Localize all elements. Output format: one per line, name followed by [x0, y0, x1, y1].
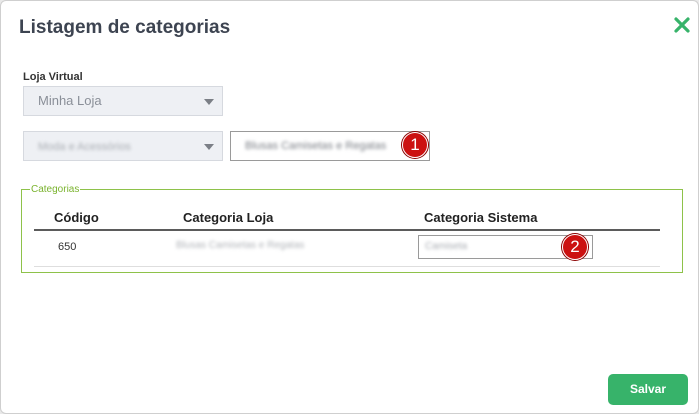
table-cell-codigo: 650: [58, 241, 77, 253]
store-select-value: Minha Loja: [38, 93, 102, 108]
category-listing-modal: Listagem de categorias Loja Virtual Minh…: [0, 0, 699, 414]
categories-legend: Categorias: [31, 184, 80, 195]
store-label: Loja Virtual: [23, 71, 83, 83]
store-category-input[interactable]: Blusas Camisetas e Regatas: [230, 131, 430, 161]
table-row-divider: [34, 266, 660, 267]
column-header-codigo: Código: [54, 210, 99, 225]
store-category-value: Blusas Camisetas e Regatas: [245, 140, 387, 152]
column-header-categoria-sistema: Categoria Sistema: [424, 210, 538, 225]
column-header-categoria-loja: Categoria Loja: [183, 210, 274, 225]
save-button[interactable]: Salvar: [608, 374, 688, 405]
chevron-down-icon: [204, 144, 214, 150]
modal-title: Listagem de categorias: [19, 17, 231, 38]
segment-select[interactable]: Moda e Acessórios: [23, 131, 223, 161]
close-icon[interactable]: [672, 15, 692, 35]
annotation-badge-1: 1: [402, 132, 428, 158]
table-cell-categoria-loja: Blusas Camisetas e Regatas: [176, 240, 305, 251]
system-category-value: Camiseta: [425, 241, 468, 252]
segment-select-value: Moda e Acessórios: [38, 141, 131, 153]
table-header-divider: [34, 229, 660, 231]
store-select[interactable]: Minha Loja: [23, 86, 223, 116]
chevron-down-icon: [204, 99, 214, 105]
annotation-badge-2: 2: [562, 234, 588, 260]
